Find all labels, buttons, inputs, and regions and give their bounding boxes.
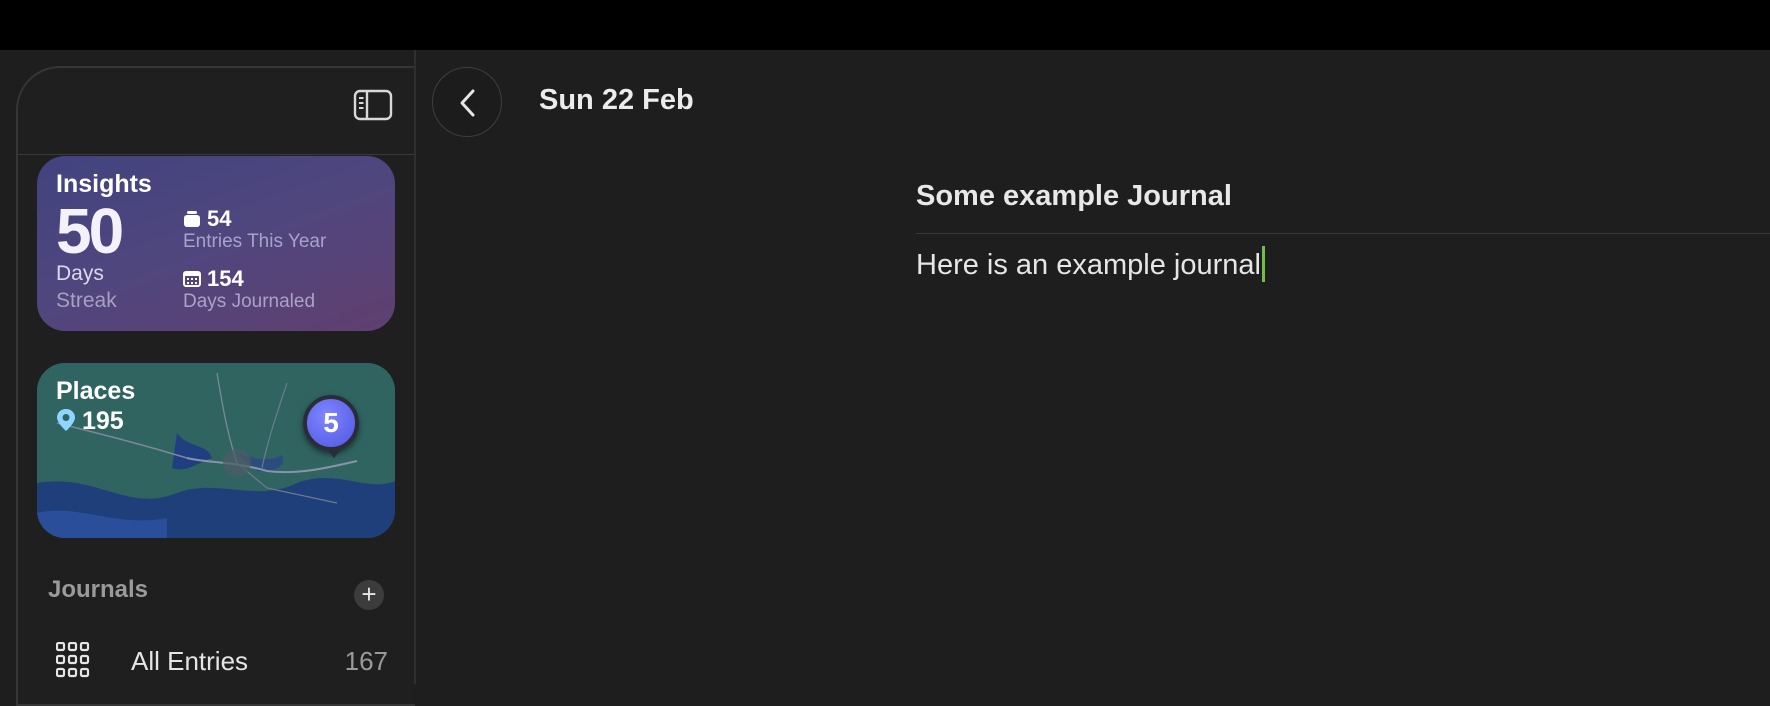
calendar-icon xyxy=(183,271,201,287)
entries-label: Entries This Year xyxy=(183,231,327,252)
entry-body-text: Here is an example journal xyxy=(916,249,1261,281)
places-count-value: 195 xyxy=(82,407,124,435)
streak-unit: Days xyxy=(56,262,104,285)
journal-item-label: All Entries xyxy=(131,646,249,676)
journal-item-all-entries[interactable]: All Entries 167 xyxy=(36,634,396,688)
entry-body-editor[interactable]: Here is an example journal xyxy=(916,246,1265,282)
grid-icon xyxy=(56,642,90,678)
streak-label: Streak xyxy=(56,289,117,312)
entries-value: 54 xyxy=(207,206,232,231)
journals-heading: Journals xyxy=(48,576,149,603)
map-pin-tail xyxy=(327,450,341,458)
sidebar-divider xyxy=(414,50,416,684)
entries-stat: 54 xyxy=(183,206,231,232)
title-divider xyxy=(916,233,1770,234)
map-pin-badge[interactable]: 5 xyxy=(303,395,359,451)
add-journal-button[interactable]: + xyxy=(354,580,384,610)
journal-item-count: 167 xyxy=(344,646,388,676)
streak-value: 50 xyxy=(56,195,124,267)
days-label: Days Journaled xyxy=(183,291,316,312)
plus-icon: + xyxy=(361,579,377,609)
sidebar: Insights 50 Days Streak 54 Entries This … xyxy=(16,66,415,706)
entries-stack-icon xyxy=(184,211,200,227)
location-pin-icon xyxy=(57,409,75,431)
entry-title[interactable]: Some example Journal xyxy=(916,180,1232,213)
text-caret xyxy=(1261,246,1265,282)
sidebar-icon xyxy=(353,89,393,121)
places-card[interactable]: Places 195 5 xyxy=(37,363,395,538)
places-count: 195 xyxy=(56,407,124,436)
chevron-left-icon xyxy=(460,89,475,117)
entry-date: Sun 22 Feb xyxy=(539,84,694,116)
days-value: 154 xyxy=(207,266,244,291)
sidebar-header xyxy=(18,68,415,155)
window-top-bar xyxy=(0,0,1770,50)
places-title: Places xyxy=(56,377,136,405)
sidebar-toggle-button[interactable] xyxy=(353,88,393,122)
insights-card[interactable]: Insights 50 Days Streak 54 Entries This … xyxy=(37,156,395,331)
back-button[interactable] xyxy=(432,67,502,137)
days-stat: 154 xyxy=(183,266,244,292)
